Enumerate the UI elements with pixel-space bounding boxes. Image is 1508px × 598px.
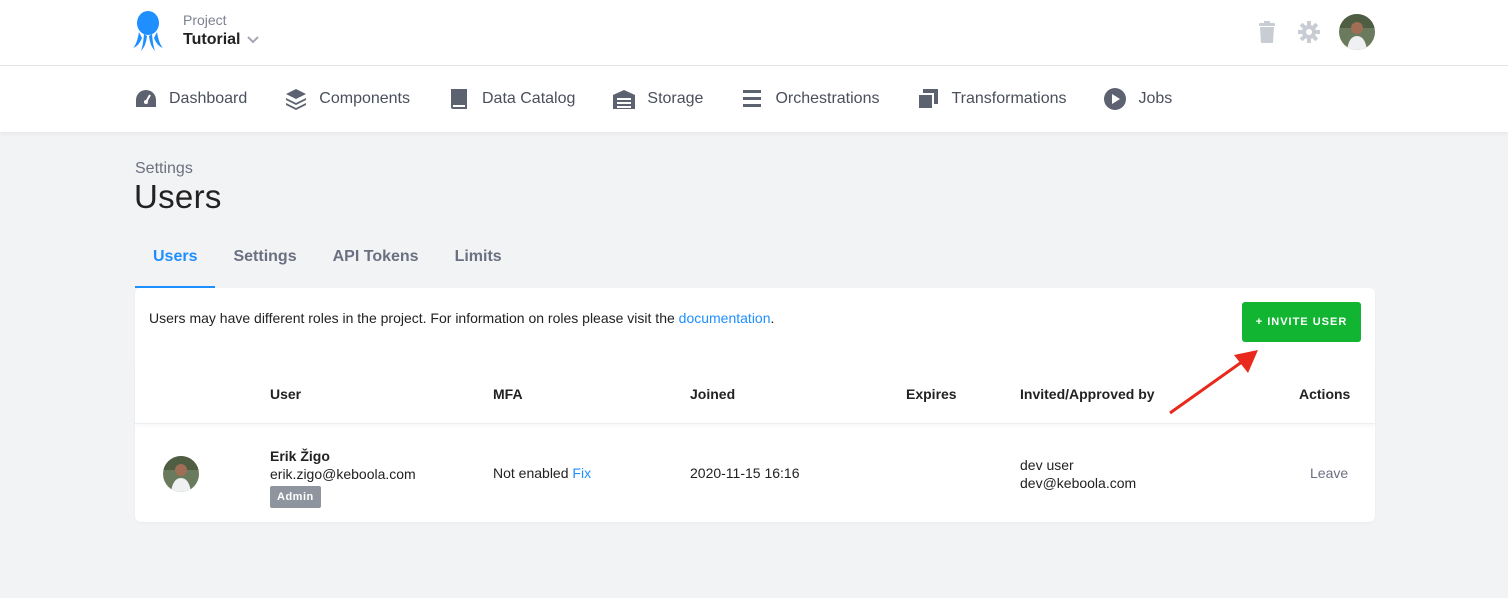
column-header-mfa: MFA [493,386,523,402]
nav-item-transformations[interactable]: Transformations [916,87,1066,111]
column-header-actions: Actions [1299,386,1351,402]
tab-settings[interactable]: Settings [215,240,314,288]
nav-label: Jobs [1138,90,1173,107]
avatar [163,456,199,492]
annotation-arrow-icon [1169,350,1258,415]
invited-by-cell: dev user dev@keboola.com [1020,456,1136,492]
tab-users[interactable]: Users [135,240,216,288]
main-nav: Dashboard Components Data Catalog Storag… [0,66,1508,132]
invited-by-email: dev@keboola.com [1020,475,1137,491]
joined-date: 2020-11-15 16:16 [690,465,800,481]
book-icon [451,89,467,109]
play-circle-icon [1104,88,1127,110]
nav-label: Storage [647,90,704,107]
mfa-cell: Not enabled Fix [493,465,591,481]
nav-label: Data Catalog [482,90,576,107]
nav-item-jobs[interactable]: Jobs [1103,87,1172,111]
column-header-user: User [270,386,302,402]
user-avatar[interactable] [1339,14,1375,50]
roles-info-text: Users may have different roles in the pr… [149,310,775,326]
nav-label: Transformations [951,90,1067,107]
settings-tabs: Users Settings API Tokens Limits [135,240,520,288]
warehouse-icon [613,90,636,109]
page-title: Users [134,178,222,215]
invited-by-name: dev user [1020,457,1074,473]
nav-item-orchestrations[interactable]: Orchestrations [740,87,879,111]
documentation-link[interactable]: documentation [679,310,771,326]
tab-api-tokens[interactable]: API Tokens [315,240,437,288]
nav-item-data-catalog[interactable]: Data Catalog [447,87,575,111]
table-row: Erik Žigo erik.zigo@keboola.com Admin No… [135,424,1375,522]
column-header-expires: Expires [906,386,957,402]
trash-icon[interactable] [1255,20,1279,44]
copy-icon [917,89,939,110]
top-bar: Project Tutorial [0,0,1508,66]
column-header-joined: Joined [690,386,736,402]
nav-label: Dashboard [169,90,248,107]
bars-icon [743,90,762,107]
chevron-down-icon [247,36,260,44]
tab-limits[interactable]: Limits [437,240,520,288]
project-label: Project [183,12,227,28]
invite-user-button[interactable]: + INVITE USER [1242,302,1361,342]
mfa-status: Not enabled [493,465,569,481]
column-header-invited-by: Invited/Approved by [1020,386,1155,402]
nav-label: Orchestrations [775,90,880,107]
layers-icon [286,89,307,110]
dashboard-icon [136,90,156,107]
breadcrumb[interactable]: Settings [135,160,193,178]
mfa-fix-link[interactable]: Fix [572,465,591,481]
nav-item-dashboard[interactable]: Dashboard [134,87,247,111]
keboola-logo-icon[interactable] [133,10,163,52]
nav-label: Components [319,90,410,107]
role-badge: Admin [270,486,321,508]
user-name: Erik Žigo [270,448,330,464]
user-email: erik.zigo@keboola.com [270,466,416,482]
gear-icon[interactable] [1297,20,1321,44]
project-switcher[interactable]: Project Tutorial [183,12,260,49]
nav-item-components[interactable]: Components [284,87,410,111]
user-cell: Erik Žigo erik.zigo@keboola.com Admin [270,447,416,508]
nav-item-storage[interactable]: Storage [612,87,703,111]
leave-button[interactable]: Leave [1310,465,1348,481]
project-name: Tutorial [183,31,241,48]
